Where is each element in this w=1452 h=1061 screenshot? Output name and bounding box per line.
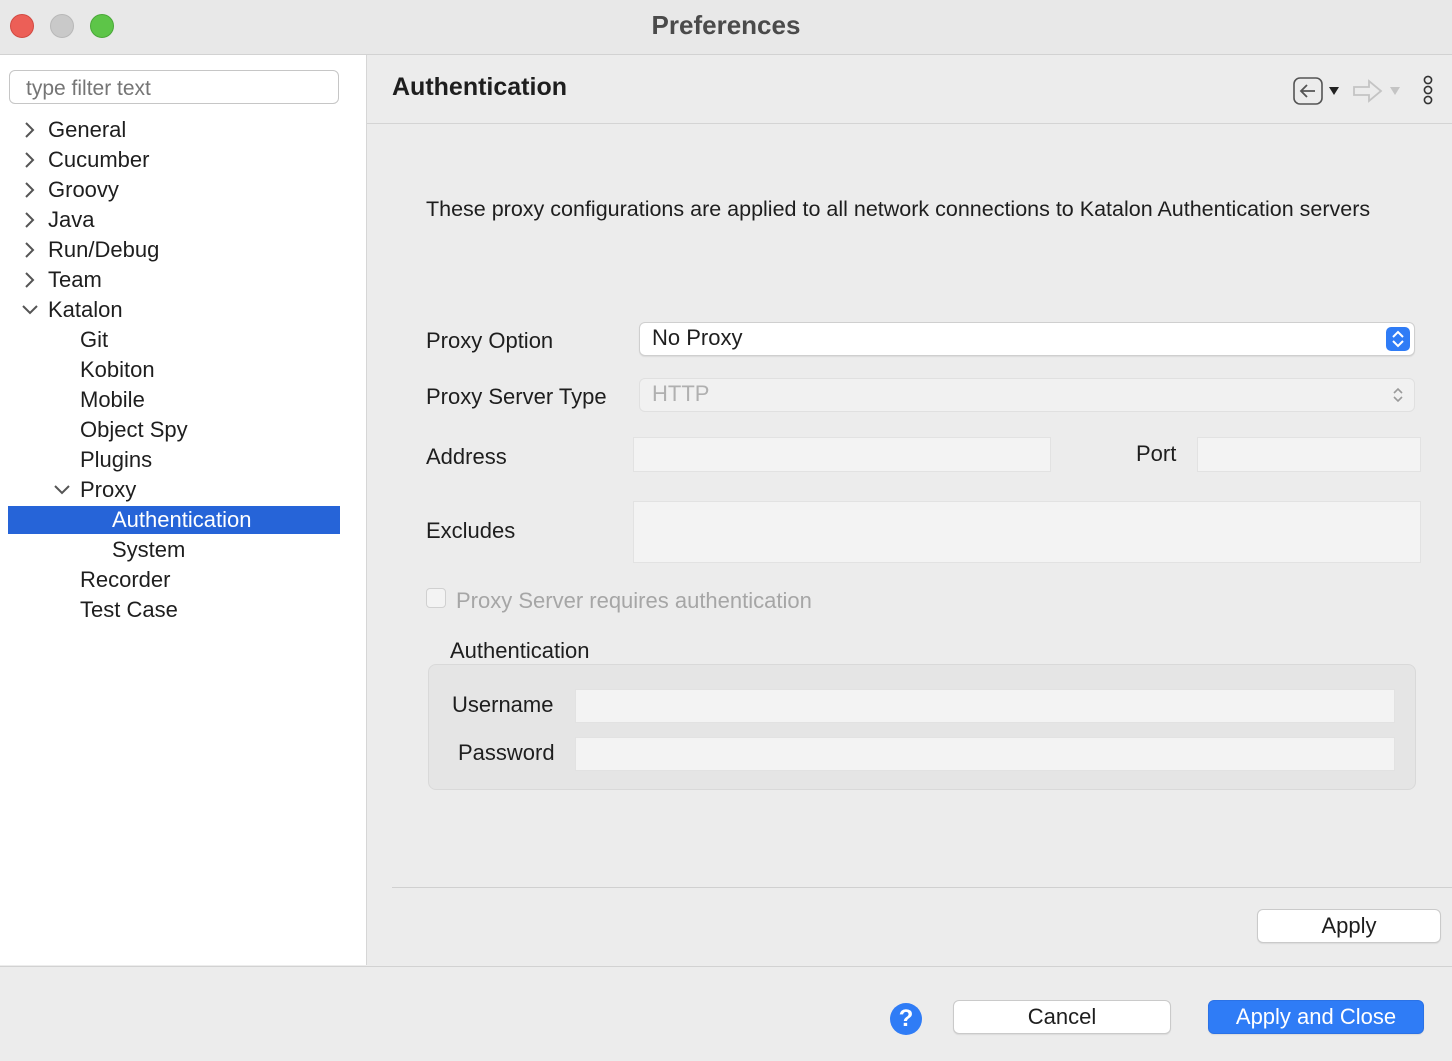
tree-item-run-debug[interactable]: Run/Debug: [25, 236, 160, 264]
tree-item-label: Git: [80, 327, 109, 352]
tree-item-label: Authentication: [112, 507, 252, 532]
requires-auth-label: Proxy Server requires authentication: [456, 588, 812, 613]
chevron-right-icon[interactable]: [20, 266, 40, 294]
tree-item-cucumber[interactable]: Cucumber: [25, 146, 150, 174]
tree-item-label: Cucumber: [48, 147, 150, 172]
password-field[interactable]: [575, 737, 1395, 771]
tree-item-label: Mobile: [80, 387, 145, 412]
tree-item-mobile[interactable]: Mobile: [80, 386, 145, 414]
tree-item-label: Object Spy: [80, 417, 188, 442]
apply-and-close-button[interactable]: Apply and Close: [1208, 1000, 1424, 1034]
tree-item-team[interactable]: Team: [25, 266, 102, 294]
auth-group-title: Authentication: [450, 638, 590, 663]
tree-item-label: Recorder: [80, 567, 171, 592]
window-title: Preferences: [651, 10, 801, 40]
username-label: Username: [452, 692, 554, 717]
requires-auth-checkbox[interactable]: [426, 588, 446, 608]
tree-item-label: Kobiton: [80, 357, 155, 382]
tree-item-label: Proxy: [80, 477, 137, 502]
tree-item-plugins[interactable]: Plugins: [80, 446, 152, 474]
help-icon[interactable]: ?: [890, 1003, 922, 1035]
tree-item-label: Groovy: [48, 177, 119, 202]
tree-item-git[interactable]: Git: [80, 326, 108, 354]
title-bar: Preferences: [0, 0, 1452, 55]
forward-history-dropdown-icon[interactable]: [1389, 86, 1401, 96]
proxy-option-label: Proxy Option: [426, 328, 554, 353]
port-field[interactable]: [1197, 437, 1421, 472]
tree-item-authentication[interactable]: Authentication: [8, 506, 340, 534]
proxy-server-type-value: HTTP: [652, 381, 710, 406]
auth-group: Username Password: [428, 664, 1416, 790]
port-label: Port: [1136, 441, 1177, 466]
back-history-dropdown-icon[interactable]: [1328, 86, 1340, 96]
chevron-right-icon[interactable]: [20, 146, 40, 174]
address-field[interactable]: [633, 437, 1051, 472]
chevron-down-icon[interactable]: [20, 296, 40, 324]
apply-button[interactable]: Apply: [1257, 909, 1441, 943]
tree-item-label: Test Case: [80, 597, 178, 622]
tree-item-recorder[interactable]: Recorder: [80, 566, 170, 594]
select-arrows-icon: [1386, 327, 1410, 351]
cancel-button[interactable]: Cancel: [953, 1000, 1171, 1034]
tree-item-label: System: [112, 537, 186, 562]
proxy-option-value: No Proxy: [652, 325, 743, 350]
chevron-right-icon[interactable]: [20, 116, 40, 144]
tree-item-label: Plugins: [80, 447, 153, 472]
forward-arrow-icon[interactable]: [1352, 77, 1384, 105]
tree-item-katalon[interactable]: Katalon: [22, 296, 123, 324]
excludes-label: Excludes: [426, 518, 516, 543]
tree-item-label: Run/Debug: [48, 237, 160, 262]
chevron-right-icon[interactable]: [20, 176, 40, 204]
address-label: Address: [426, 444, 507, 469]
more-options-icon[interactable]: [1421, 75, 1435, 107]
tree-item-label: General: [48, 117, 127, 142]
tree-item-proxy[interactable]: Proxy: [54, 476, 137, 504]
chevron-down-icon[interactable]: [52, 476, 72, 504]
username-field[interactable]: [575, 689, 1395, 723]
chevron-right-icon[interactable]: [20, 236, 40, 264]
proxy-server-type-label: Proxy Server Type: [426, 384, 607, 409]
proxy-server-type-select[interactable]: HTTP: [639, 378, 1415, 412]
filter-input[interactable]: [9, 70, 339, 104]
tree-item-test-case[interactable]: Test Case: [80, 596, 178, 624]
page-title: Authentication: [392, 73, 567, 101]
excludes-field[interactable]: [633, 501, 1421, 563]
tree-item-java[interactable]: Java: [25, 206, 95, 234]
tree-item-general[interactable]: General: [25, 116, 127, 144]
tree-item-kobiton[interactable]: Kobiton: [80, 356, 155, 384]
page-header: Authentication: [367, 55, 1452, 124]
tree-item-system[interactable]: System: [112, 536, 185, 564]
back-arrow-icon[interactable]: [1293, 77, 1323, 105]
tree-item-label: Katalon: [48, 297, 123, 322]
tree-item-object-spy[interactable]: Object Spy: [80, 416, 188, 444]
preferences-sidebar: General Cucumber Groovy Java Run/Debug T…: [0, 55, 367, 965]
password-label: Password: [458, 740, 555, 765]
proxy-option-select[interactable]: No Proxy: [639, 322, 1415, 356]
chevron-right-icon[interactable]: [20, 206, 40, 234]
dialog-footer: ? Cancel Apply and Close: [0, 966, 1452, 1061]
tree-item-label: Java: [48, 207, 95, 232]
select-arrows-icon: [1393, 387, 1403, 403]
divider: [392, 887, 1452, 888]
preference-page: Authentication These proxy configuration…: [367, 55, 1452, 965]
tree-item-groovy[interactable]: Groovy: [25, 176, 119, 204]
page-description: These proxy configurations are applied t…: [426, 197, 1371, 221]
tree-item-label: Team: [48, 267, 102, 292]
